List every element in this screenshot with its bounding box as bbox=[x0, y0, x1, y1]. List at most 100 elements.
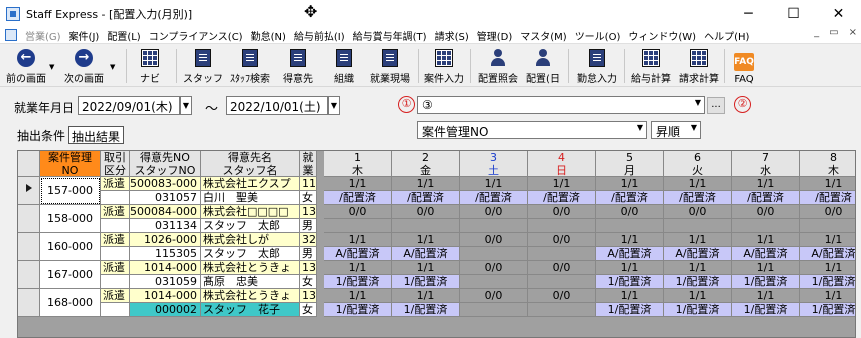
minimize-button[interactable]: ─ bbox=[726, 0, 771, 27]
ellipsis-button[interactable]: ... bbox=[707, 97, 725, 114]
date-to-dropdown-icon[interactable]: ▼ bbox=[328, 96, 340, 115]
condition-combo[interactable]: ③ ▼ bbox=[417, 96, 705, 114]
day-plan-cell[interactable]: 0/0 bbox=[596, 205, 664, 219]
day-status-cell[interactable]: /配置済 bbox=[528, 191, 596, 205]
day-plan-cell[interactable]: 0/0 bbox=[800, 205, 855, 219]
day-status-cell[interactable]: A/配置済 bbox=[800, 247, 855, 261]
deal-type-blank-cell[interactable] bbox=[101, 247, 130, 261]
day-plan-cell[interactable]: 1/1 bbox=[596, 233, 664, 247]
staff-no-cell[interactable]: 031057 bbox=[130, 191, 201, 205]
faq-button[interactable]: FAQ FAQ bbox=[730, 47, 758, 85]
day-plan-cell[interactable]: 1/1 bbox=[800, 289, 855, 303]
day-status-cell[interactable] bbox=[800, 219, 855, 233]
prev-screen-button[interactable]: ← 前の画面 bbox=[4, 47, 48, 85]
day-plan-cell[interactable]: 1/1 bbox=[732, 177, 800, 191]
day-status-cell[interactable]: 1/配置済 bbox=[664, 275, 732, 289]
deal-type-cell[interactable]: 派遣 bbox=[101, 289, 130, 303]
header-client-name[interactable]: 得意先名 スタッフ名 bbox=[201, 151, 300, 177]
day-plan-cell[interactable]: 1/1 bbox=[324, 261, 392, 275]
client-no-cell[interactable]: 1014-000 bbox=[130, 261, 201, 275]
day-plan-cell[interactable]: 1/1 bbox=[596, 289, 664, 303]
condition-dropdown-icon[interactable]: ▼ bbox=[695, 98, 701, 107]
day-plan-cell[interactable]: 0/0 bbox=[460, 261, 528, 275]
header-day-3[interactable]: 3土 bbox=[460, 151, 528, 177]
client-no-cell[interactable]: 1014-000 bbox=[130, 289, 201, 303]
next-screen-button[interactable]: → 次の画面 bbox=[60, 47, 108, 85]
day-status-cell[interactable]: A/配置済 bbox=[324, 247, 392, 261]
day-plan-cell[interactable]: 1/1 bbox=[392, 261, 460, 275]
case-input-button[interactable]: 案件入力 bbox=[421, 47, 467, 85]
shugyo-gender-cell[interactable]: 女 bbox=[300, 303, 317, 317]
day-status-cell[interactable] bbox=[460, 275, 528, 289]
deal-type-cell[interactable]: 派遣 bbox=[101, 205, 130, 219]
menu-admin[interactable]: 管理(D) bbox=[477, 28, 513, 43]
day-plan-cell[interactable]: 0/0 bbox=[732, 205, 800, 219]
day-status-cell[interactable]: /配置済 bbox=[324, 191, 392, 205]
client-name-cell[interactable]: 株式会社□□□□ bbox=[201, 205, 300, 219]
menu-payroll[interactable]: 給与賞与年調(T) bbox=[353, 28, 427, 43]
day-status-cell[interactable]: A/配置済 bbox=[392, 247, 460, 261]
staff-name-cell[interactable]: スタッフ 太郎 bbox=[201, 247, 300, 261]
mdi-close-button[interactable]: × bbox=[849, 27, 857, 38]
header-day-1[interactable]: 1木 bbox=[324, 151, 392, 177]
menu-window[interactable]: ウィンドウ(W) bbox=[628, 28, 696, 43]
payroll-calc-button[interactable]: 給与計算 bbox=[628, 47, 674, 85]
day-plan-cell[interactable]: 1/1 bbox=[664, 261, 732, 275]
day-status-cell[interactable]: 1/配置済 bbox=[664, 303, 732, 317]
tab-extract-results[interactable]: 抽出結果 bbox=[68, 126, 125, 144]
shugyo-top-cell[interactable]: 131 bbox=[300, 289, 317, 303]
header-day-8[interactable]: 8木 bbox=[800, 151, 855, 177]
day-plan-cell[interactable]: 0/0 bbox=[528, 205, 596, 219]
date-to-field[interactable]: 2022/10/01(土) bbox=[226, 96, 328, 115]
navi-button[interactable]: ナビ bbox=[134, 47, 166, 85]
day-plan-cell[interactable]: 1/1 bbox=[732, 261, 800, 275]
day-status-cell[interactable]: /配置済 bbox=[732, 191, 800, 205]
mdi-restore-button[interactable]: ▭ bbox=[829, 27, 838, 38]
day-plan-cell[interactable]: 0/0 bbox=[460, 233, 528, 247]
client-no-cell[interactable]: 500084-000 bbox=[130, 205, 201, 219]
header-day-5[interactable]: 5月 bbox=[596, 151, 664, 177]
case-no-cell[interactable]: 167-000 bbox=[40, 261, 101, 289]
row-header[interactable] bbox=[18, 205, 40, 233]
day-status-cell[interactable] bbox=[596, 219, 664, 233]
day-plan-cell[interactable]: 0/0 bbox=[528, 233, 596, 247]
case-no-cell[interactable]: 160-000 bbox=[40, 233, 101, 261]
day-plan-cell[interactable]: 0/0 bbox=[460, 289, 528, 303]
day-status-cell[interactable]: A/配置済 bbox=[732, 247, 800, 261]
menu-tools[interactable]: ツール(O) bbox=[575, 28, 621, 43]
day-status-cell[interactable] bbox=[664, 219, 732, 233]
day-status-cell[interactable]: /配置済 bbox=[460, 191, 528, 205]
day-status-cell[interactable]: 1/配置済 bbox=[324, 275, 392, 289]
shugyo-top-cell[interactable]: 131 bbox=[300, 261, 317, 275]
menu-compliance[interactable]: コンプライアンス(C) bbox=[149, 28, 243, 43]
header-day-6[interactable]: 6火 bbox=[664, 151, 732, 177]
day-status-cell[interactable]: 1/配置済 bbox=[596, 303, 664, 317]
staff-button[interactable]: スタッフ bbox=[183, 47, 223, 85]
deal-type-blank-cell[interactable] bbox=[101, 303, 130, 317]
day-plan-cell[interactable]: 0/0 bbox=[664, 205, 732, 219]
day-plan-cell[interactable]: 0/0 bbox=[460, 205, 528, 219]
menu-sales[interactable]: 営業(G) bbox=[25, 28, 61, 43]
staff-name-cell[interactable]: 髙原 忠美 bbox=[201, 275, 300, 289]
case-no-cell[interactable]: 168-000 bbox=[40, 289, 101, 317]
day-plan-cell[interactable]: 0/0 bbox=[324, 205, 392, 219]
sort-order-dropdown-icon[interactable]: ▼ bbox=[691, 123, 697, 132]
day-plan-cell[interactable]: 1/1 bbox=[800, 233, 855, 247]
day-plan-cell[interactable]: 1/1 bbox=[528, 177, 596, 191]
staff-name-cell[interactable]: スタッフ 太郎 bbox=[201, 219, 300, 233]
day-plan-cell[interactable]: 1/1 bbox=[732, 289, 800, 303]
client-name-cell[interactable]: 株式会社とうきょ bbox=[201, 261, 300, 275]
day-status-cell[interactable] bbox=[528, 303, 596, 317]
staff-name-cell[interactable]: 白川 聖美 bbox=[201, 191, 300, 205]
shugyo-top-cell[interactable]: 135 bbox=[300, 205, 317, 219]
row-header[interactable] bbox=[18, 261, 40, 289]
day-status-cell[interactable] bbox=[732, 219, 800, 233]
day-plan-cell[interactable]: 1/1 bbox=[596, 177, 664, 191]
shugyo-gender-cell[interactable]: 女 bbox=[300, 275, 317, 289]
day-status-cell[interactable]: A/配置済 bbox=[596, 247, 664, 261]
day-plan-cell[interactable]: 1/1 bbox=[664, 233, 732, 247]
shugyo-top-cell[interactable]: 32 bbox=[300, 233, 317, 247]
day-status-cell[interactable]: 1/配置済 bbox=[324, 303, 392, 317]
row-header[interactable] bbox=[18, 177, 40, 205]
day-plan-cell[interactable]: 0/0 bbox=[392, 205, 460, 219]
